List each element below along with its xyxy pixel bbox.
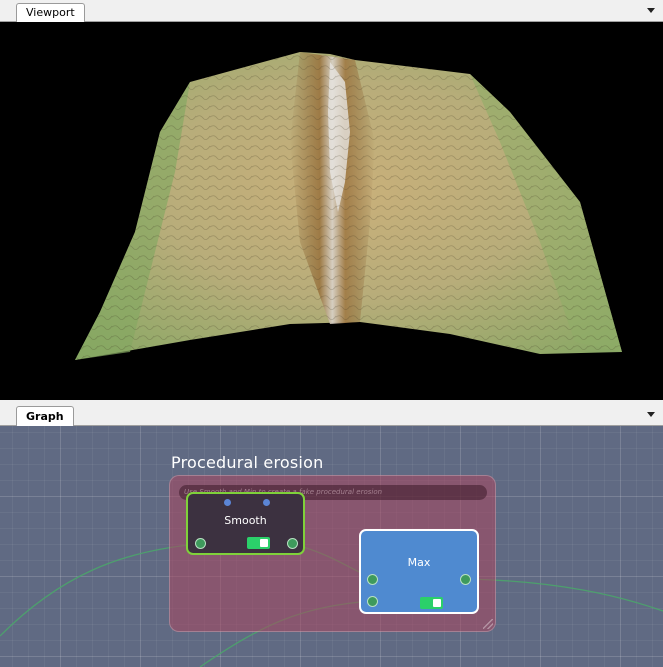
- output-port[interactable]: [460, 574, 471, 585]
- node-title: Smooth: [224, 514, 267, 527]
- node-graph-canvas[interactable]: Procedural erosion Use Smooth and Min to…: [0, 426, 663, 667]
- graph-tabbar: Graph: [0, 402, 663, 427]
- output-port[interactable]: [287, 538, 298, 549]
- tab-viewport[interactable]: Viewport: [16, 3, 85, 22]
- terrain-render: [75, 52, 622, 360]
- tab-graph[interactable]: Graph: [16, 406, 74, 427]
- graph-dropdown-icon[interactable]: [647, 412, 655, 417]
- group-resize-grip-icon[interactable]: [483, 619, 493, 629]
- node-max[interactable]: Max: [359, 529, 479, 614]
- node-smooth[interactable]: Smooth: [186, 492, 305, 555]
- viewport-dropdown-icon[interactable]: [647, 8, 655, 13]
- param-port[interactable]: [263, 499, 270, 506]
- input-port[interactable]: [195, 538, 206, 549]
- group-title: Procedural erosion: [171, 453, 324, 472]
- param-port[interactable]: [224, 499, 231, 506]
- input-port[interactable]: [367, 596, 378, 607]
- enable-toggle[interactable]: [420, 597, 443, 609]
- toggle-knob: [433, 599, 441, 607]
- viewport-tabbar: Viewport: [0, 0, 663, 22]
- node-title: Max: [407, 556, 431, 569]
- viewport-canvas[interactable]: [0, 22, 663, 400]
- input-port[interactable]: [367, 574, 378, 585]
- toggle-knob: [260, 539, 268, 547]
- enable-toggle[interactable]: [247, 537, 270, 549]
